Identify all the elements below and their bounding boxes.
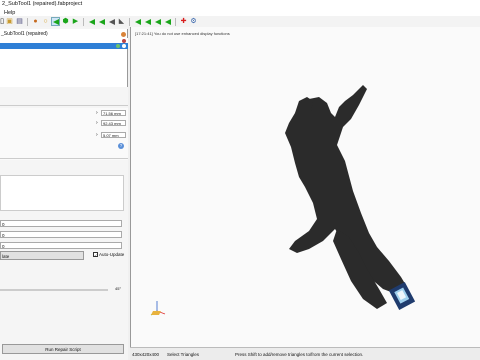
select-icon[interactable] [51, 17, 60, 26]
help-icon[interactable]: ? [118, 143, 124, 149]
checkbox-icon[interactable]: ✓ [93, 252, 98, 258]
visibility-icon[interactable] [122, 43, 126, 48]
save-icon[interactable]: ▤ [15, 17, 24, 26]
size-z-field[interactable]: 5.07 mm [101, 132, 126, 138]
update-button[interactable]: late [0, 251, 84, 260]
hexagon-icon[interactable]: ⬢ [61, 17, 70, 26]
angle-slider[interactable] [0, 289, 108, 291]
search-icon[interactable]: ○ [41, 17, 50, 26]
add-icon[interactable]: ✚ [179, 17, 188, 26]
toolbar-separator [175, 17, 176, 26]
warning-icon [122, 38, 126, 43]
model-canvas [150, 85, 416, 316]
arrow-left-icon[interactable] [87, 17, 96, 26]
left-panel: _SubTool1 (repaired) › 71.56 mm › 92.43 … [0, 27, 128, 360]
tree-item-selected[interactable] [0, 43, 128, 49]
mesh-icon [121, 31, 126, 37]
model-silhouette[interactable] [285, 85, 407, 309]
expand-arrow-icon[interactable]: › [96, 120, 98, 126]
title-bar: 2_SubTool1 (repaired).fabproject [0, 0, 480, 9]
toolbar-separator [83, 17, 84, 26]
open-icon[interactable]: ▣ [5, 17, 14, 26]
status-mode: Select Triangles [167, 352, 200, 357]
new-icon[interactable]: ▯ [0, 17, 4, 26]
toolbar: ▯ ▣ ▤ ● ○ ⬢ ▶ ◣ ✚ ⚙ [0, 16, 480, 27]
check-icon [116, 43, 120, 48]
axis-gizmo-icon [150, 301, 166, 316]
info-box [0, 175, 124, 211]
divider [0, 158, 128, 159]
auto-update-toggle[interactable]: ✓ Auto-Update [93, 252, 125, 258]
value-field[interactable]: 0 [0, 231, 122, 238]
sphere-icon[interactable]: ● [31, 17, 40, 26]
angle-value: 45° [115, 286, 122, 291]
window-title: 2_SubTool1 (repaired).fabproject [2, 1, 83, 7]
settings-icon[interactable]: ⚙ [189, 17, 198, 26]
menu-help[interactable]: Help [4, 10, 15, 16]
expand-arrow-icon[interactable]: › [96, 110, 98, 116]
arrow-left-icon[interactable] [153, 17, 162, 26]
flip-icon[interactable]: ▶ [71, 17, 80, 26]
tree-item[interactable]: _SubTool1 (repaired) [0, 31, 128, 37]
value-field[interactable]: 0 [0, 242, 122, 249]
expand-arrow-icon[interactable]: › [96, 132, 98, 138]
run-repair-script-button[interactable]: Run Repair Script [2, 344, 124, 354]
3d-viewport[interactable]: [17:21:41] You do not use enhanced displ… [130, 27, 480, 347]
toolbar-separator [27, 17, 28, 26]
arrow-left-icon[interactable] [143, 17, 152, 26]
size-y-field[interactable]: 92.43 mm [101, 120, 126, 126]
project-tree: _SubTool1 (repaired) [0, 29, 128, 87]
status-bar: 430x420x400 Select Triangles Press Shift… [130, 347, 480, 360]
status-hint: Press Shift to add/remove triangles to/f… [235, 352, 364, 357]
status-dimensions: 430x420x400 [132, 352, 160, 357]
arrow-left-icon[interactable] [133, 17, 142, 26]
auto-update-label: Auto-Update [99, 252, 125, 257]
menu-bar: Help [0, 9, 480, 16]
properties-box: › 71.56 mm › 92.43 mm › 5.07 mm [0, 108, 128, 160]
cursor-icon[interactable]: ◣ [117, 17, 126, 26]
tree-item-label: _SubTool1 (repaired) [1, 31, 48, 37]
value-field[interactable]: 0 [0, 220, 122, 227]
toolbar-separator [129, 17, 130, 26]
arrow-left-icon[interactable] [163, 17, 172, 26]
divider [0, 105, 128, 106]
arrow-left-icon[interactable] [107, 17, 116, 26]
arrow-left-icon[interactable] [97, 17, 106, 26]
size-x-field[interactable]: 71.56 mm [101, 110, 126, 116]
